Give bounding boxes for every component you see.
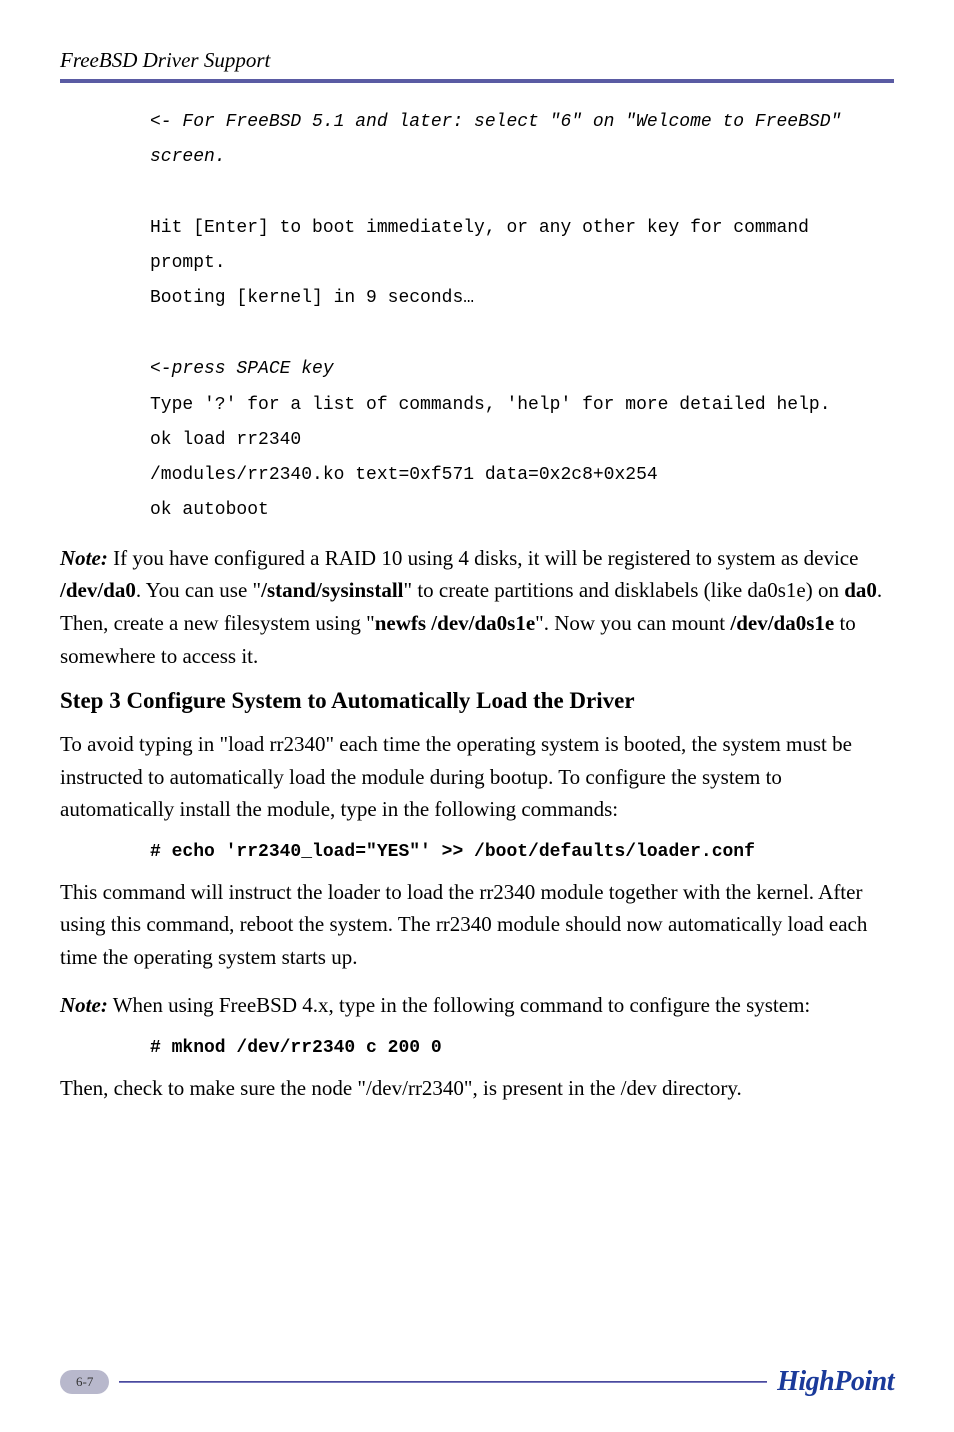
step-3-cmd-1: # echo 'rr2340_load="YES"' >> /boot/defa… [60,842,894,862]
code-line-2: Hit [Enter] to boot immediately, or any … [150,211,884,281]
note-2-cmd: # mknod /dev/rr2340 c 200 0 [60,1038,894,1058]
page-footer: 6-7 HighPoint [60,1366,894,1398]
note-1: Note: If you have configured a RAID 10 u… [60,542,894,672]
page-header-title: FreeBSD Driver Support [60,48,894,73]
code-comment-1: <- For FreeBSD 5.1 and later: select "6"… [150,105,884,175]
note-2: Note: When using FreeBSD 4.x, type in th… [60,989,894,1022]
code-block-1: <- For FreeBSD 5.1 and later: select "6"… [60,105,894,528]
step-3-heading: Step 3 Configure System to Automatically… [60,688,894,714]
code-line-7: /modules/rr2340.ko text=0xf571 data=0x2c… [150,458,884,493]
code-line-5: Type '?' for a list of commands, 'help' … [150,388,884,423]
note-2-para: Then, check to make sure the node "/dev/… [60,1072,894,1105]
note-2-label: Note: [60,993,108,1017]
header-divider [60,79,894,83]
step-3-para-1: To avoid typing in "load rr2340" each ti… [60,728,894,826]
footer-divider [119,1381,767,1383]
step-3-para-2: This command will instruct the loader to… [60,876,894,974]
code-line-6: ok load rr2340 [150,423,884,458]
page-number-badge: 6-7 [60,1370,109,1394]
note-label: Note: [60,546,108,570]
code-line-3: Booting [kernel] in 9 seconds… [150,281,884,316]
highpoint-logo: HighPoint [777,1366,894,1398]
code-comment-2: <-press SPACE key [150,352,884,387]
code-line-8: ok autoboot [150,493,884,528]
